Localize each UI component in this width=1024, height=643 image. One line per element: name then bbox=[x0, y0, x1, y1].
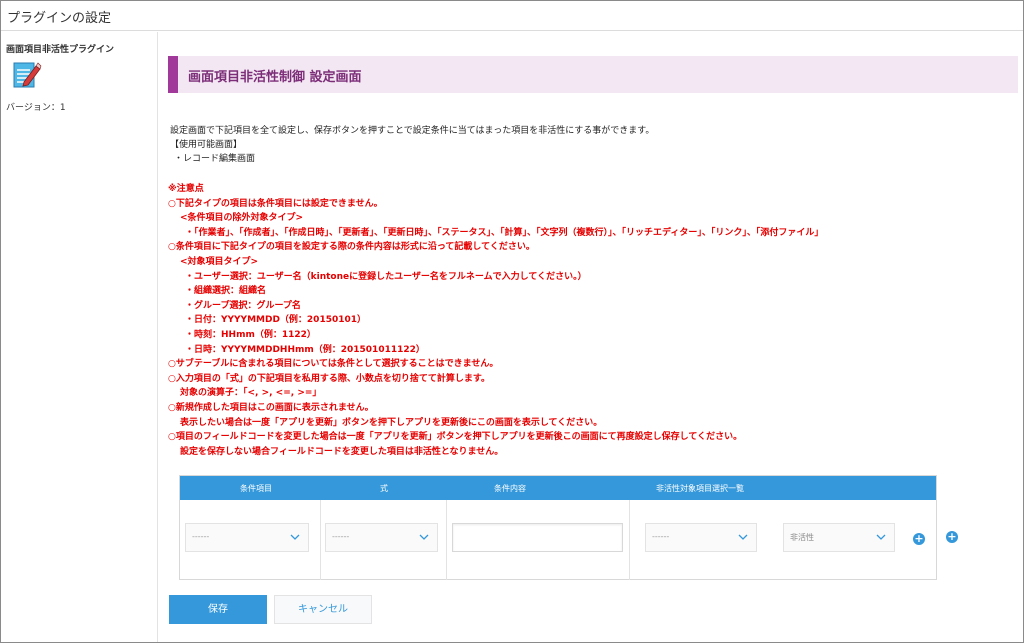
note-line: ○項目のフィールドコードを変更した場合は一度「アプリを更新」ボタンを押下しアプリ… bbox=[168, 432, 743, 443]
condition-field-select[interactable]: ------ bbox=[185, 523, 309, 552]
description: 設定画面で下記項目を全て設定し、保存ボタンを押すことで設定条件に当てはまった項目… bbox=[170, 124, 654, 167]
note-line: <条件項目の除外対象タイプ> bbox=[180, 213, 304, 224]
chevron-down-icon bbox=[738, 534, 748, 540]
column-header-operator: 式 bbox=[380, 484, 388, 493]
column-divider bbox=[320, 500, 321, 580]
column-header-target-fields: 非活性対象項目選択一覧 bbox=[656, 484, 744, 493]
note-line: ○入力項目の「式」の下記項目を私用する際、小数点を切り捨てて計算します。 bbox=[168, 373, 490, 384]
target-field-value: ------ bbox=[652, 532, 670, 541]
note-line: 設定を保存しない場合フィールドコードを変更した項目は非活性となりません。 bbox=[180, 446, 504, 457]
condition-field-value: ------ bbox=[192, 532, 210, 541]
save-button[interactable]: 保存 bbox=[169, 595, 267, 624]
note-line: 対象の演算子：「<, >, <=, >=」 bbox=[180, 388, 322, 399]
note-line: ○サブテーブルに含まれる項目については条件として選択することはできません。 bbox=[168, 359, 499, 370]
edit-document-icon bbox=[13, 62, 42, 88]
add-row-plus-icon[interactable]: + bbox=[946, 531, 958, 543]
target-field-select[interactable]: ------ bbox=[645, 523, 757, 552]
description-line: 設定画面で下記項目を全て設定し、保存ボタンを押すことで設定条件に当てはまった項目… bbox=[170, 126, 655, 136]
note-line: <対象項目タイプ> bbox=[180, 256, 259, 267]
operator-select[interactable]: ------ bbox=[325, 523, 438, 552]
column-divider bbox=[446, 500, 447, 580]
note-line: ・組織選択：組織名 bbox=[185, 286, 267, 297]
description-line: 【使用可能画面】 bbox=[170, 140, 243, 151]
add-target-plus-icon[interactable]: + bbox=[913, 533, 925, 545]
note-line: ○条件項目に下記タイプの項目を設定する際の条件内容は形式に沿って記載してください… bbox=[168, 242, 535, 253]
column-divider bbox=[629, 500, 630, 580]
notes-list: ※注意点 ○下記タイプの項目は条件項目には設定できません。 <条件項目の除外対象タイ… bbox=[168, 182, 823, 459]
page-title: 画面項目非活性制御 設定画面 bbox=[188, 70, 362, 85]
state-value: 非活性 bbox=[790, 533, 814, 542]
note-line: ・ユーザー選択：ユーザー名（kintoneに登録したユーザー名をフルネームで入力… bbox=[185, 271, 587, 282]
page-header: 画面項目非活性制御 設定画面 bbox=[168, 56, 1018, 93]
plugin-name: 画面項目非活性プラグイン bbox=[6, 45, 115, 55]
note-line: ○下記タイプの項目は条件項目には設定できません。 bbox=[168, 198, 383, 209]
plugin-version: バージョン：1 bbox=[6, 103, 66, 113]
note-line: ・日付：YYYYMMDD（例：20150101） bbox=[185, 315, 367, 326]
cancel-button[interactable]: キャンセル bbox=[274, 595, 372, 624]
window-title: プラグインの設定 bbox=[7, 11, 112, 26]
column-header-condition-field: 条件項目 bbox=[240, 484, 272, 493]
note-line: ・「作業者」、「作成者」、「作成日時」、「更新者」、「更新日時」、「ステータス」… bbox=[185, 227, 824, 238]
condition-value-input[interactable] bbox=[452, 523, 623, 552]
description-line: ・レコード編集画面 bbox=[174, 154, 256, 165]
note-line: 表示したい場合は一度「アプリを更新」ボタンを押下しアプリを更新後にこの画面を表示… bbox=[180, 417, 603, 428]
table-header: 条件項目 式 条件内容 非活性対象項目選択一覧 bbox=[180, 476, 936, 500]
condition-table: 条件項目 式 条件内容 非活性対象項目選択一覧 ------ ------ --… bbox=[179, 475, 937, 580]
note-line: ○新規作成した項目はこの画面に表示されません。 bbox=[168, 402, 374, 413]
operator-value: ------ bbox=[332, 532, 350, 541]
note-line: ・時刻：HHmm（例：1122） bbox=[185, 329, 316, 340]
state-select[interactable]: 非活性 bbox=[783, 523, 895, 552]
note-line: ※注意点 bbox=[168, 184, 204, 194]
title-bar: プラグインの設定 bbox=[1, 1, 1023, 31]
chevron-down-icon bbox=[290, 534, 300, 540]
note-line: ・日時：YYYYMMDDHHmm（例：201501011122） bbox=[185, 344, 425, 355]
note-line: ・グループ選択：グループ名 bbox=[185, 300, 301, 311]
chevron-down-icon bbox=[419, 534, 429, 540]
column-header-condition-value: 条件内容 bbox=[494, 484, 526, 493]
chevron-down-icon bbox=[876, 534, 886, 540]
sidebar: 画面項目非活性プラグイン バージョン：1 bbox=[1, 32, 158, 642]
